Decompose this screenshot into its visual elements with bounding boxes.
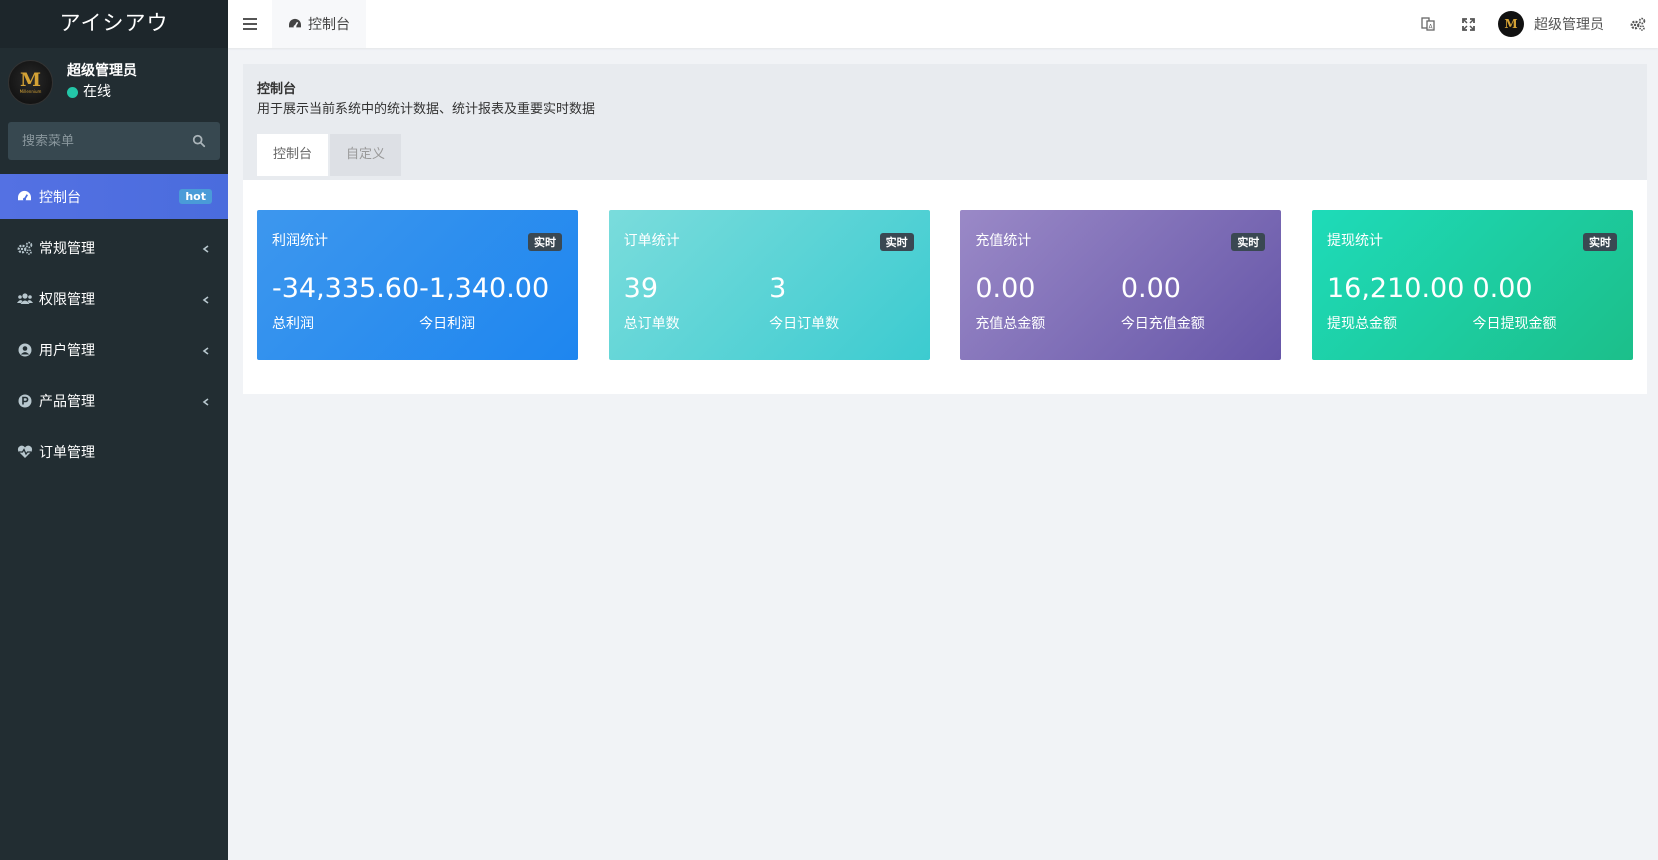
sidebar-item-permissions[interactable]: 权限管理 [0, 276, 228, 321]
sidebar-item-label: 订单管理 [39, 444, 95, 461]
avatar-subtext: Millennium [19, 88, 42, 94]
dashboard-icon [288, 18, 302, 30]
stat-value: -34,335.60 [272, 273, 420, 304]
sidebar-item-orders[interactable]: 订单管理 [0, 429, 228, 474]
stat-value: 16,210.00 [1326, 273, 1465, 304]
stat-label: 充值总金额 [975, 316, 1046, 332]
online-status-dot-icon [67, 86, 78, 98]
stat-label: 今日充值金额 [1120, 316, 1205, 332]
page-description: 用于展示当前系统中的统计数据、统计报表及重要实时数据 [257, 102, 596, 117]
withdraw-stats-card: 提现统计 实时 16,210.00 提现总金额 0.00 今日提现金额 [1311, 210, 1633, 360]
stat-value: -1,340.00 [419, 273, 550, 304]
header-user-name: 超级管理员 [1534, 17, 1604, 33]
settings-button[interactable] [1618, 0, 1658, 48]
sidebar-item-users[interactable]: 用户管理 [0, 327, 228, 372]
stats-panel: 利润统计 实时 -34,335.60 总利润 -1,340.00 今日利润 订单统计… [243, 180, 1647, 394]
sidebar-item-label: 常规管理 [39, 240, 95, 257]
chevron-left-icon [202, 245, 209, 253]
tab-custom[interactable]: 自定义 [330, 134, 402, 176]
realtime-badge: 实时 [879, 233, 914, 251]
sidebar-menu: 控制台 hot 常规管理 权限管理 用户管理 产品管理 订单管理 [0, 174, 228, 474]
chevron-left-icon [202, 398, 209, 406]
heartbeat-icon [16, 443, 33, 460]
realtime-badge: 实时 [528, 233, 562, 251]
user-panel: M Millennium 超级管理员 在线 [0, 48, 228, 116]
avatar: M Millennium [8, 59, 53, 105]
stat-label: 总利润 [272, 316, 314, 332]
recharge-stats-card: 充值统计 实时 0.00 充值总金额 0.00 今日充值金额 [960, 210, 1282, 360]
user-name: 超级管理员 [67, 63, 137, 79]
stat-value: 0.00 [1472, 273, 1533, 304]
hamburger-icon [243, 18, 257, 30]
group-icon [16, 290, 33, 307]
avatar-letter: M [19, 68, 42, 91]
profit-stats-card: 利润统计 实时 -34,335.60 总利润 -1,340.00 今日利润 [257, 210, 578, 360]
sidebar-item-label: 控制台 [39, 189, 81, 206]
app-logo[interactable]: アイシアウ [0, 0, 228, 48]
stat-label: 提现总金额 [1326, 316, 1397, 332]
sidebar-item-label: 用户管理 [39, 342, 95, 359]
menu-search-input[interactable] [22, 133, 182, 149]
stat-label: 总订单数 [623, 316, 680, 332]
avatar: M [1498, 11, 1524, 37]
hot-badge: hot [179, 189, 212, 204]
sidebar-item-dashboard[interactable]: 控制台 hot [0, 174, 228, 219]
sidebar-item-general[interactable]: 常规管理 [0, 225, 228, 270]
tab-dashboard[interactable]: 控制台 [257, 134, 329, 176]
tab-dashboard[interactable]: 控制台 [272, 0, 366, 48]
chevron-left-icon [202, 296, 209, 304]
expand-icon [1461, 17, 1475, 31]
stat-label: 今日利润 [419, 316, 476, 332]
card-title: 订单统计 [623, 233, 680, 249]
top-header: 控制台 A M 超级管理员 [228, 0, 1658, 48]
order-stats-card: 订单统计 实时 39 总订单数 3 今日订单数 [608, 210, 930, 360]
sidebar-item-label: 权限管理 [39, 291, 95, 308]
sidebar-item-products[interactable]: 产品管理 [0, 378, 228, 423]
card-title: 提现统计 [1326, 233, 1383, 249]
cogs-icon [1630, 17, 1646, 31]
tab-label: 控制台 [308, 17, 350, 33]
sidebar: アイシアウ M Millennium 超级管理员 在线 控制台 hot 常规管理 [0, 0, 228, 860]
user-circle-icon [16, 341, 33, 358]
stat-label: 今日订单数 [769, 316, 840, 332]
cogs-icon [16, 239, 33, 256]
stat-value: 0.00 [1120, 273, 1181, 304]
main-content: 控制台 用于展示当前系统中的统计数据、统计报表及重要实时数据 控制台 自定义 利… [243, 64, 1647, 394]
panel-tabs: 控制台 自定义 [257, 134, 1633, 176]
search-icon[interactable] [192, 134, 206, 148]
header-user-menu[interactable]: M 超级管理员 [1488, 11, 1618, 37]
page-title: 控制台 [257, 82, 297, 97]
stat-label: 今日提现金额 [1472, 316, 1557, 332]
translate-icon: A [1421, 17, 1435, 31]
stat-value: 3 [769, 273, 787, 304]
stat-value: 0.00 [975, 273, 1036, 304]
panel-header: 控制台 用于展示当前系统中的统计数据、统计报表及重要实时数据 控制台 自定义 [243, 64, 1647, 180]
header-right-tools: A M 超级管理员 [1408, 0, 1658, 48]
realtime-badge: 实时 [1231, 233, 1266, 251]
avatar-letter: M [1504, 17, 1518, 31]
product-p-icon [16, 392, 33, 409]
menu-toggle-button[interactable] [228, 0, 272, 48]
sidebar-item-label: 产品管理 [39, 393, 95, 410]
realtime-badge: 实时 [1582, 233, 1617, 251]
menu-search [8, 122, 220, 160]
dashboard-icon [16, 188, 33, 205]
language-button[interactable]: A [1408, 0, 1448, 48]
chevron-left-icon [202, 347, 209, 355]
card-title: 充值统计 [975, 233, 1032, 249]
user-status-label: 在线 [83, 84, 111, 100]
fullscreen-button[interactable] [1448, 0, 1488, 48]
stat-value: 39 [623, 273, 659, 304]
user-status: 在线 [67, 81, 137, 103]
card-title: 利润统计 [272, 233, 328, 249]
